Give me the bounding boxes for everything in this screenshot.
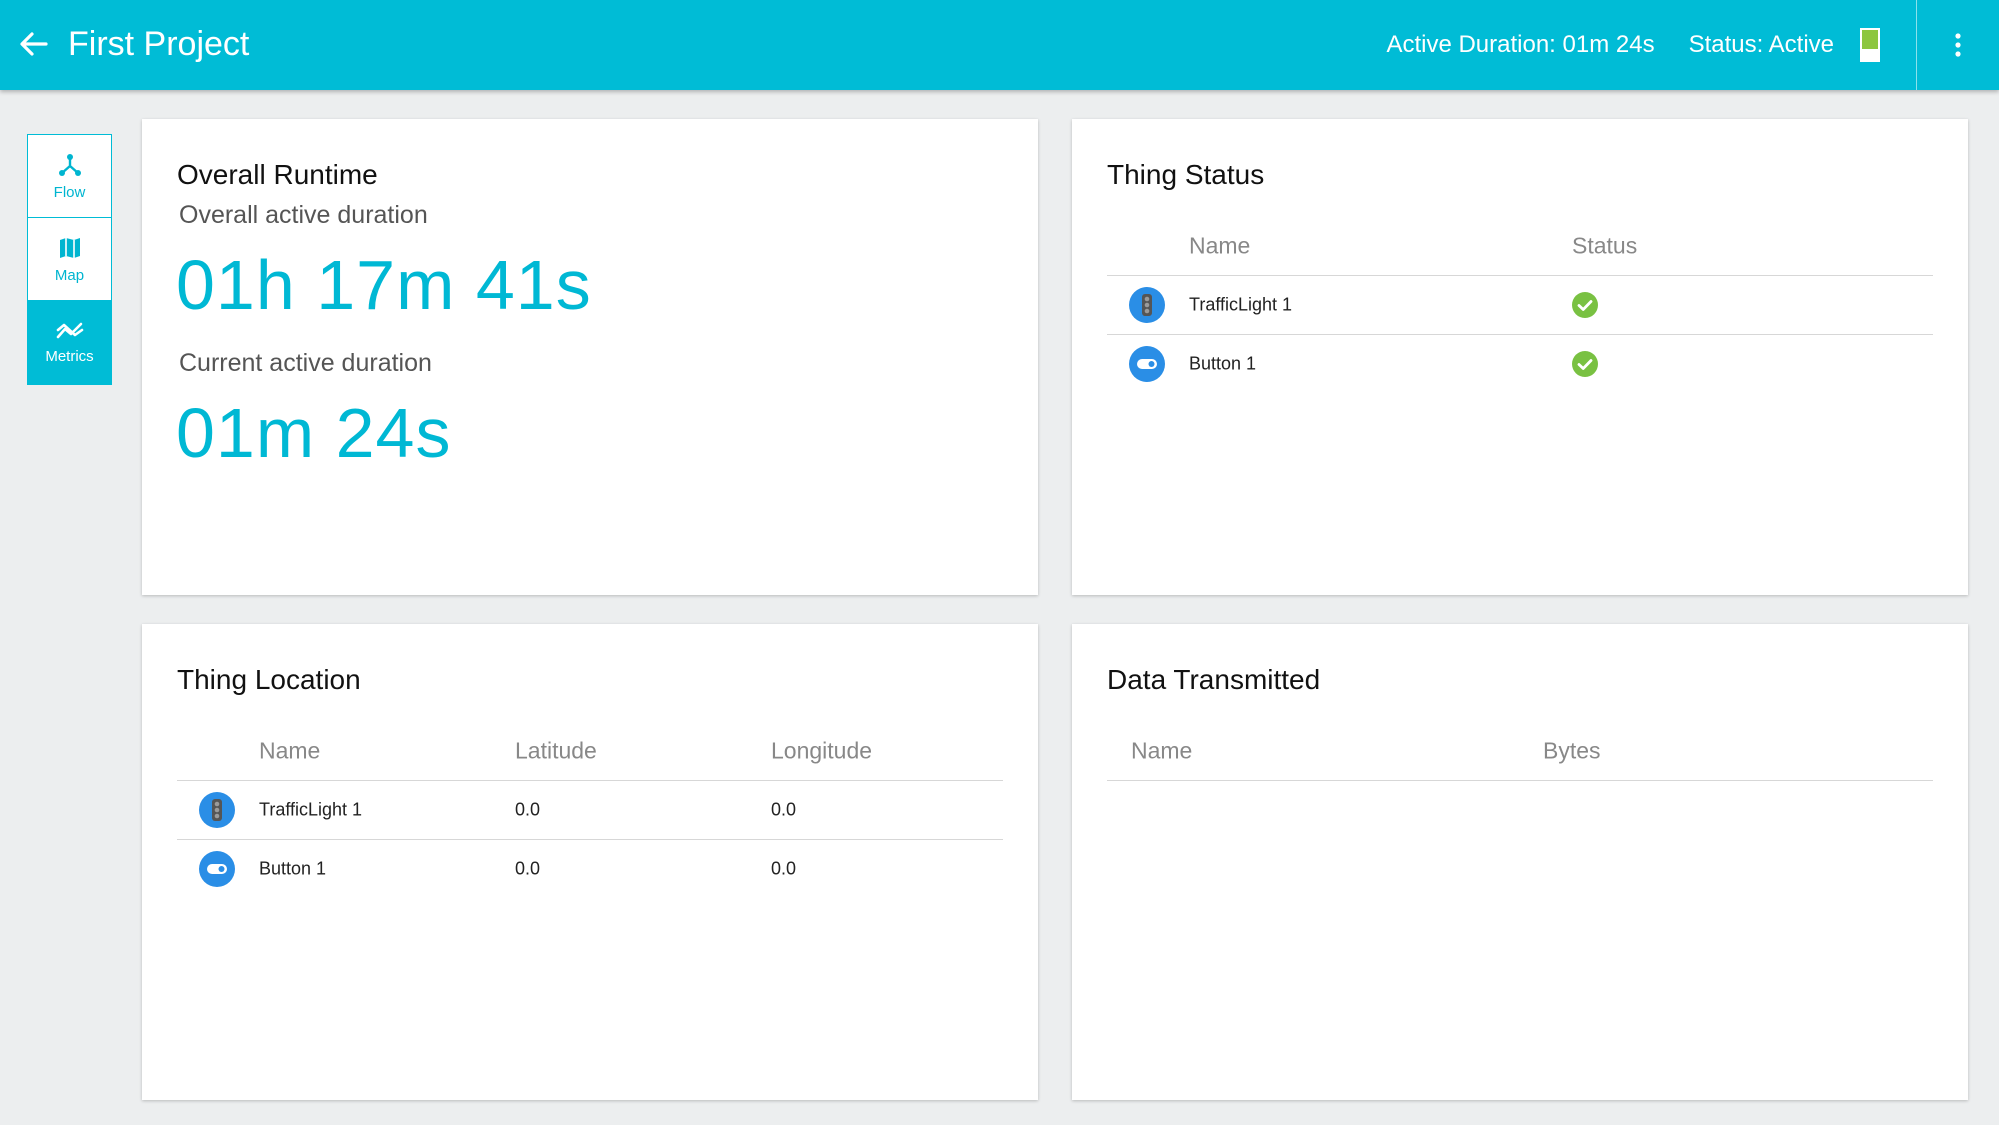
check-circle-icon <box>1572 292 1598 318</box>
table-header: Name Status <box>1107 216 1933 276</box>
thing-name: Button 1 <box>259 858 327 879</box>
nav-item-label: Map <box>54 266 85 284</box>
map-icon <box>59 237 80 258</box>
data-transmitted-table: Name Bytes <box>1107 721 1933 781</box>
card-title: Data Transmitted <box>1107 664 1321 695</box>
table-header: Name Bytes <box>1107 721 1933 781</box>
thing-status-card: Thing Status Name Status TrafficLight 1 <box>1072 119 1968 595</box>
header-status-area: Active Duration: 01m 24s Status: Active <box>1386 0 1999 90</box>
current-duration-value: 01m 24s <box>176 394 452 472</box>
nav-item-flow[interactable]: Flow <box>28 135 111 218</box>
page-title: First Project <box>68 25 250 63</box>
button-icon <box>199 851 235 887</box>
longitude-value: 0.0 <box>771 858 797 879</box>
active-duration: Active Duration: 01m 24s <box>1386 31 1654 59</box>
table-row[interactable]: Button 1 <box>1107 335 1933 393</box>
card-title: Thing Status <box>1107 159 1265 190</box>
table-row[interactable]: TrafficLight 1 <box>1107 276 1933 335</box>
current-duration-label: Current active duration <box>179 349 432 377</box>
table-header: Name Latitude Longitude <box>177 721 1003 781</box>
more-vertical-icon <box>1955 33 1961 57</box>
data-transmitted-card: Data Transmitted Name Bytes <box>1072 624 1968 1100</box>
overall-duration-value: 01h 17m 41s <box>176 246 592 324</box>
status-value: Active <box>1768 31 1834 58</box>
column-header-status: Status <box>1572 232 1638 258</box>
metrics-icon <box>56 322 83 339</box>
nav-item-map[interactable]: Map <box>28 218 111 301</box>
status-indicator <box>1860 28 1880 62</box>
traffic-light-icon <box>199 792 235 828</box>
status-label: Status: <box>1688 31 1764 58</box>
column-header-name: Name <box>1189 232 1251 258</box>
active-duration-label: Active Duration: <box>1386 31 1556 58</box>
arrow-left-icon <box>20 32 48 56</box>
side-navigation: Flow Map Metrics <box>27 134 112 385</box>
nav-item-label: Metrics <box>45 348 94 365</box>
back-button[interactable] <box>14 24 54 64</box>
overall-duration-label: Overall active duration <box>179 201 428 229</box>
thing-name: Button 1 <box>1189 353 1257 374</box>
more-options-button[interactable] <box>1917 0 1999 90</box>
app-header: First Project Active Duration: 01m 24s S… <box>0 0 1999 90</box>
thing-location-table: Name Latitude Longitude TrafficLight 1 0… <box>177 721 1003 898</box>
nav-item-metrics[interactable]: Metrics <box>28 301 111 384</box>
column-header-name: Name <box>259 737 321 763</box>
check-circle-icon <box>1572 351 1598 377</box>
thing-name: TrafficLight 1 <box>1189 294 1293 315</box>
thing-location-card: Thing Location Name Latitude Longitude T… <box>142 624 1038 1100</box>
active-duration-value: 01m 24s <box>1562 31 1655 58</box>
table-row[interactable]: Button 1 0.0 0.0 <box>177 840 1003 898</box>
column-header-longitude: Longitude <box>771 737 873 763</box>
button-icon <box>1129 346 1165 382</box>
nav-item-label: Flow <box>53 183 86 201</box>
traffic-light-icon <box>1129 287 1165 323</box>
column-header-latitude: Latitude <box>515 737 597 763</box>
table-row[interactable]: TrafficLight 1 0.0 0.0 <box>177 781 1003 840</box>
card-title: Overall Runtime <box>177 159 378 190</box>
thing-status-table: Name Status TrafficLight 1 Button 1 <box>1107 216 1933 393</box>
overall-runtime-card: Overall Runtime Overall active duration … <box>142 119 1038 595</box>
latitude-value: 0.0 <box>515 858 541 879</box>
flow-icon <box>58 153 81 176</box>
column-header-bytes: Bytes <box>1543 737 1601 763</box>
status-indicator-fill <box>1862 30 1878 49</box>
card-title: Thing Location <box>177 664 361 695</box>
longitude-value: 0.0 <box>771 799 797 820</box>
project-status: Status: Active <box>1689 28 1880 62</box>
thing-name: TrafficLight 1 <box>259 799 363 820</box>
latitude-value: 0.0 <box>515 799 541 820</box>
column-header-name: Name <box>1131 737 1193 763</box>
